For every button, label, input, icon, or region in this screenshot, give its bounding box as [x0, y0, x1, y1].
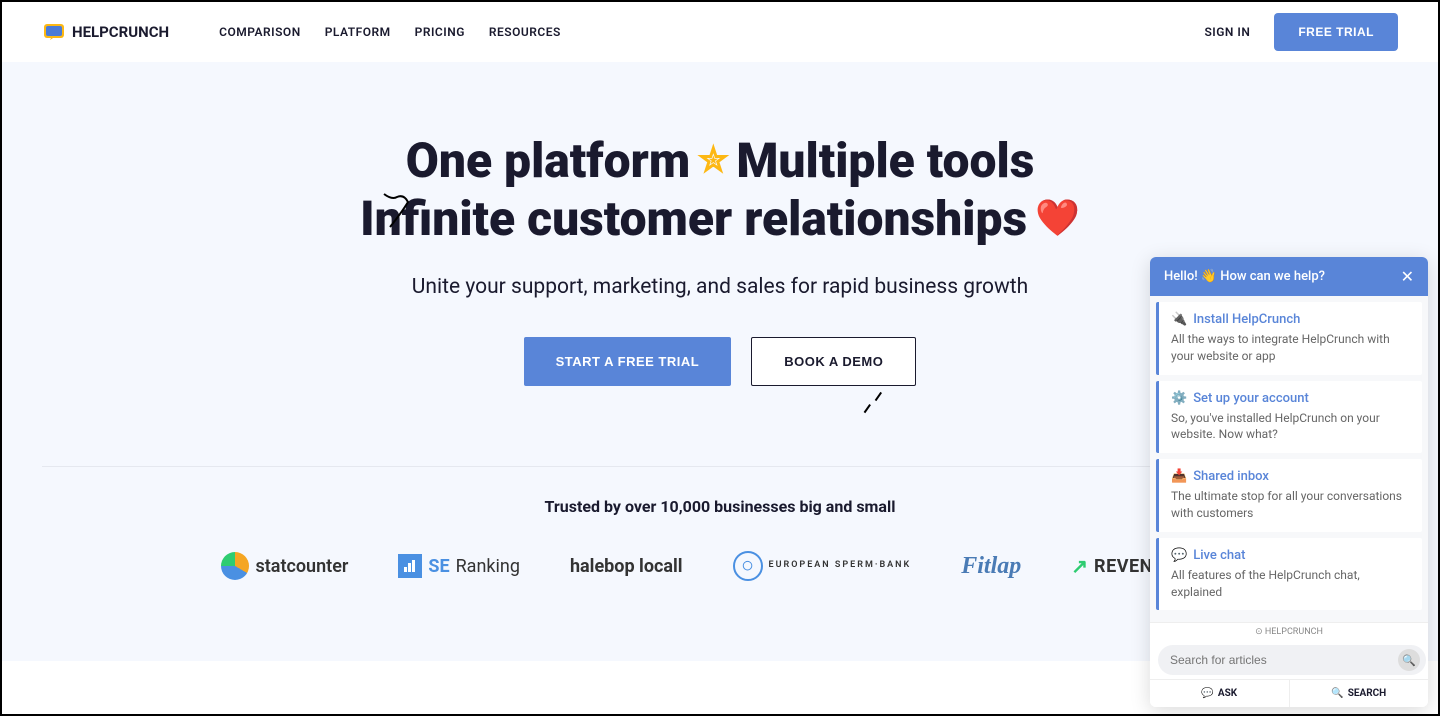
logo-text: HELPCRUNCH: [72, 23, 169, 41]
chat-tabs: 💬 ASK 🔍 SEARCH: [1150, 679, 1428, 707]
chat-footer: ⊙ HELPCRUNCH 🔍 💬 ASK 🔍 SEARCH: [1150, 622, 1428, 707]
arrow-decoration: [855, 384, 891, 424]
nav-resources[interactable]: RESOURCES: [489, 25, 561, 39]
chat-search: 🔍: [1150, 641, 1428, 679]
header: HELPCRUNCH COMPARISON PLATFORM PRICING R…: [2, 2, 1438, 62]
close-icon[interactable]: ✕: [1401, 267, 1414, 286]
chat-search-input[interactable]: [1158, 645, 1426, 675]
header-right: SIGN IN FREE TRIAL: [1204, 13, 1398, 51]
inbox-icon: 📥: [1171, 469, 1187, 484]
book-demo-button[interactable]: BOOK A DEMO: [751, 337, 916, 386]
hero-line1b: Multiple tools: [736, 132, 1034, 190]
chat-card-inbox[interactable]: 📥Shared inbox The ultimate stop for all …: [1156, 459, 1422, 532]
logo-statcounter: statcounter: [221, 552, 348, 580]
heart-icon: ❤️: [1035, 197, 1080, 240]
search-tab-icon: 🔍: [1331, 688, 1343, 699]
chat-icon: 💬: [1171, 548, 1187, 563]
start-trial-button[interactable]: START A FREE TRIAL: [524, 337, 732, 386]
logo[interactable]: HELPCRUNCH: [42, 20, 169, 44]
logo-icon: [42, 20, 66, 44]
chat-tab-ask[interactable]: 💬 ASK: [1150, 680, 1290, 707]
free-trial-button[interactable]: FREE TRIAL: [1274, 13, 1398, 51]
espermbank-icon: ◯: [733, 551, 763, 581]
chat-card-livechat[interactable]: 💬Live chat All features of the HelpCrunc…: [1156, 538, 1422, 611]
gear-icon: ⚙️: [1171, 391, 1187, 406]
hero-title: One platform ✮ Multiple tools Infinite c…: [360, 132, 1080, 247]
logo-fitlap: Fitlap: [961, 553, 1021, 580]
revgrid-arrow-icon: ↗: [1071, 554, 1088, 578]
chat-tab-search[interactable]: 🔍 SEARCH: [1290, 680, 1429, 707]
chat-header: Hello! 👋 How can we help? ✕: [1150, 257, 1428, 296]
seranking-icon: [398, 554, 422, 578]
header-left: HELPCRUNCH COMPARISON PLATFORM PRICING R…: [42, 20, 561, 44]
plug-icon: 🔌: [1171, 312, 1187, 327]
chat-widget: Hello! 👋 How can we help? ✕ 🔌Install Hel…: [1150, 257, 1428, 707]
ask-icon: 💬: [1201, 688, 1213, 699]
star-icon: ✮: [698, 139, 728, 182]
nav: COMPARISON PLATFORM PRICING RESOURCES: [219, 25, 561, 39]
sign-in-link[interactable]: SIGN IN: [1204, 25, 1250, 39]
logo-espermbank: ◯ EUROPEAN SPERM·BANK: [733, 551, 912, 581]
nav-comparison[interactable]: COMPARISON: [219, 25, 301, 39]
logo-halebop: halebop locall: [570, 556, 683, 577]
chat-brand-label: ⊙ HELPCRUNCH: [1150, 623, 1428, 641]
hero-line2: Infinite customer relationships: [360, 190, 1027, 248]
chat-header-text: Hello! 👋 How can we help?: [1164, 269, 1325, 284]
nav-pricing[interactable]: PRICING: [415, 25, 465, 39]
chat-card-setup[interactable]: ⚙️Set up your account So, you've install…: [1156, 381, 1422, 454]
nav-platform[interactable]: PLATFORM: [325, 25, 391, 39]
logo-seranking: SERanking: [398, 554, 520, 578]
hero-line1a: One platform: [406, 132, 690, 190]
chat-card-install[interactable]: 🔌Install HelpCrunch All the ways to inte…: [1156, 302, 1422, 375]
chat-body[interactable]: 🔌Install HelpCrunch All the ways to inte…: [1150, 296, 1428, 622]
squiggle-decoration: [382, 192, 412, 240]
statcounter-icon: [221, 552, 249, 580]
